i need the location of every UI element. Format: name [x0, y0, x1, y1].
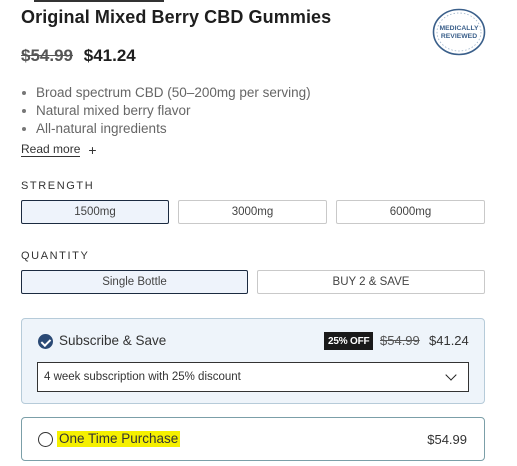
- read-more-label: Read more: [21, 142, 81, 157]
- strength-option-6000mg[interactable]: 6000mg: [336, 200, 485, 224]
- price-row: $54.99 $41.24: [21, 46, 136, 66]
- sale-price: $41.24: [83, 46, 136, 65]
- read-more-link[interactable]: Read more +: [21, 142, 97, 157]
- feature-item: Broad spectrum CBD (50–200mg per serving…: [21, 84, 311, 102]
- feature-list: Broad spectrum CBD (50–200mg per serving…: [21, 84, 311, 138]
- quantity-option-single-bottle[interactable]: Single Bottle: [21, 270, 248, 294]
- subscribe-sale-price: $41.24: [429, 333, 469, 348]
- product-title: Original Mixed Berry CBD Gummies: [21, 7, 332, 27]
- one-time-purchase-price: $54.99: [427, 432, 467, 447]
- radio-button[interactable]: [38, 432, 53, 447]
- check-circle-icon[interactable]: [38, 334, 53, 349]
- chevron-down-icon: [445, 369, 457, 381]
- medically-reviewed-badge: MEDICALLY REVIEWED: [432, 8, 486, 56]
- strength-option-1500mg[interactable]: 1500mg: [21, 200, 169, 224]
- subscription-frequency-value: 4 week subscription with 25% discount: [44, 371, 241, 383]
- subscription-frequency-select[interactable]: 4 week subscription with 25% discount: [37, 362, 469, 392]
- subscribe-original-price: $54.99: [380, 333, 420, 348]
- quantity-option-buy-2-save[interactable]: BUY 2 & SAVE: [257, 270, 485, 294]
- one-time-purchase-title: One Time Purchase: [57, 431, 181, 447]
- discount-badge: 25% OFF: [324, 332, 374, 350]
- strength-label: STRENGTH: [21, 180, 95, 192]
- quantity-label: QUANTITY: [21, 250, 90, 262]
- badge-text-line2: REVIEWED: [441, 33, 477, 40]
- subscribe-title: Subscribe & Save: [59, 333, 167, 348]
- one-time-purchase-option[interactable]: One Time Purchase $54.99: [21, 417, 485, 461]
- top-divider: [34, 0, 164, 2]
- plus-icon: +: [88, 141, 97, 158]
- badge-text-line1: MEDICALLY: [439, 25, 478, 32]
- subscribe-and-save-option[interactable]: Subscribe & Save 25% OFF $54.99 $41.24 4…: [21, 318, 485, 404]
- feature-item: All-natural ingredients: [21, 120, 311, 138]
- strength-option-3000mg[interactable]: 3000mg: [178, 200, 327, 224]
- feature-item: Natural mixed berry flavor: [21, 102, 311, 120]
- original-price: $54.99: [21, 46, 73, 65]
